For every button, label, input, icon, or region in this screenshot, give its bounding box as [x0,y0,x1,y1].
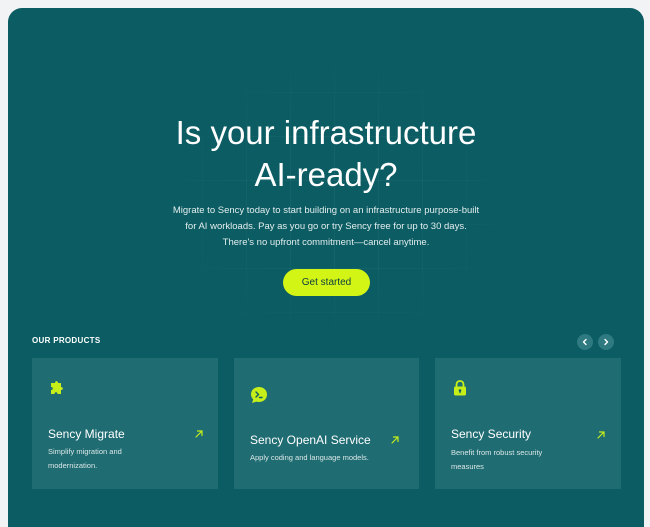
arrow-up-right-icon [391,436,399,444]
hero-title-line-1: Is your infrastructure [175,114,477,151]
arrow-up-right-icon [597,431,605,439]
product-card-title: Sency Migrate [48,427,125,441]
product-card-migrate[interactable]: Sency Migrate Simplify migration and mod… [32,358,218,489]
product-card-description: Simplify migration and modernization. [48,447,122,470]
product-card-description: Apply coding and language models. [250,453,369,462]
hero-description: Migrate to Sency today to start building… [172,205,480,248]
hero-panel: Is your infrastructure AI-ready? Migrate… [8,8,644,527]
product-card-description: Benefit from robust security measures [451,448,543,471]
hero-title-line-2: AI-ready? [254,156,398,193]
product-card-title: Sency OpenAI Service [250,433,371,447]
hero-title: Is your infrastructure AI-ready? [8,112,644,196]
chevron-right-icon [604,338,609,346]
product-card-title: Sency Security [451,427,532,441]
arrow-up-right-icon [195,430,203,438]
get-started-button[interactable]: Get started [283,269,370,296]
product-card-openai[interactable]: Sency OpenAI Service Apply coding and la… [234,358,419,489]
carousel-prev-button[interactable] [577,334,593,350]
lock-icon [454,380,466,396]
products-section-label: OUR PRODUCTS [32,336,101,345]
chevron-left-icon [582,338,587,346]
background-pattern [158,48,518,348]
product-card-security[interactable]: Sency Security Benefit from robust secur… [435,358,621,489]
puzzle-icon [51,381,63,394]
carousel-next-button[interactable] [598,334,614,350]
ai-code-icon [251,387,267,403]
